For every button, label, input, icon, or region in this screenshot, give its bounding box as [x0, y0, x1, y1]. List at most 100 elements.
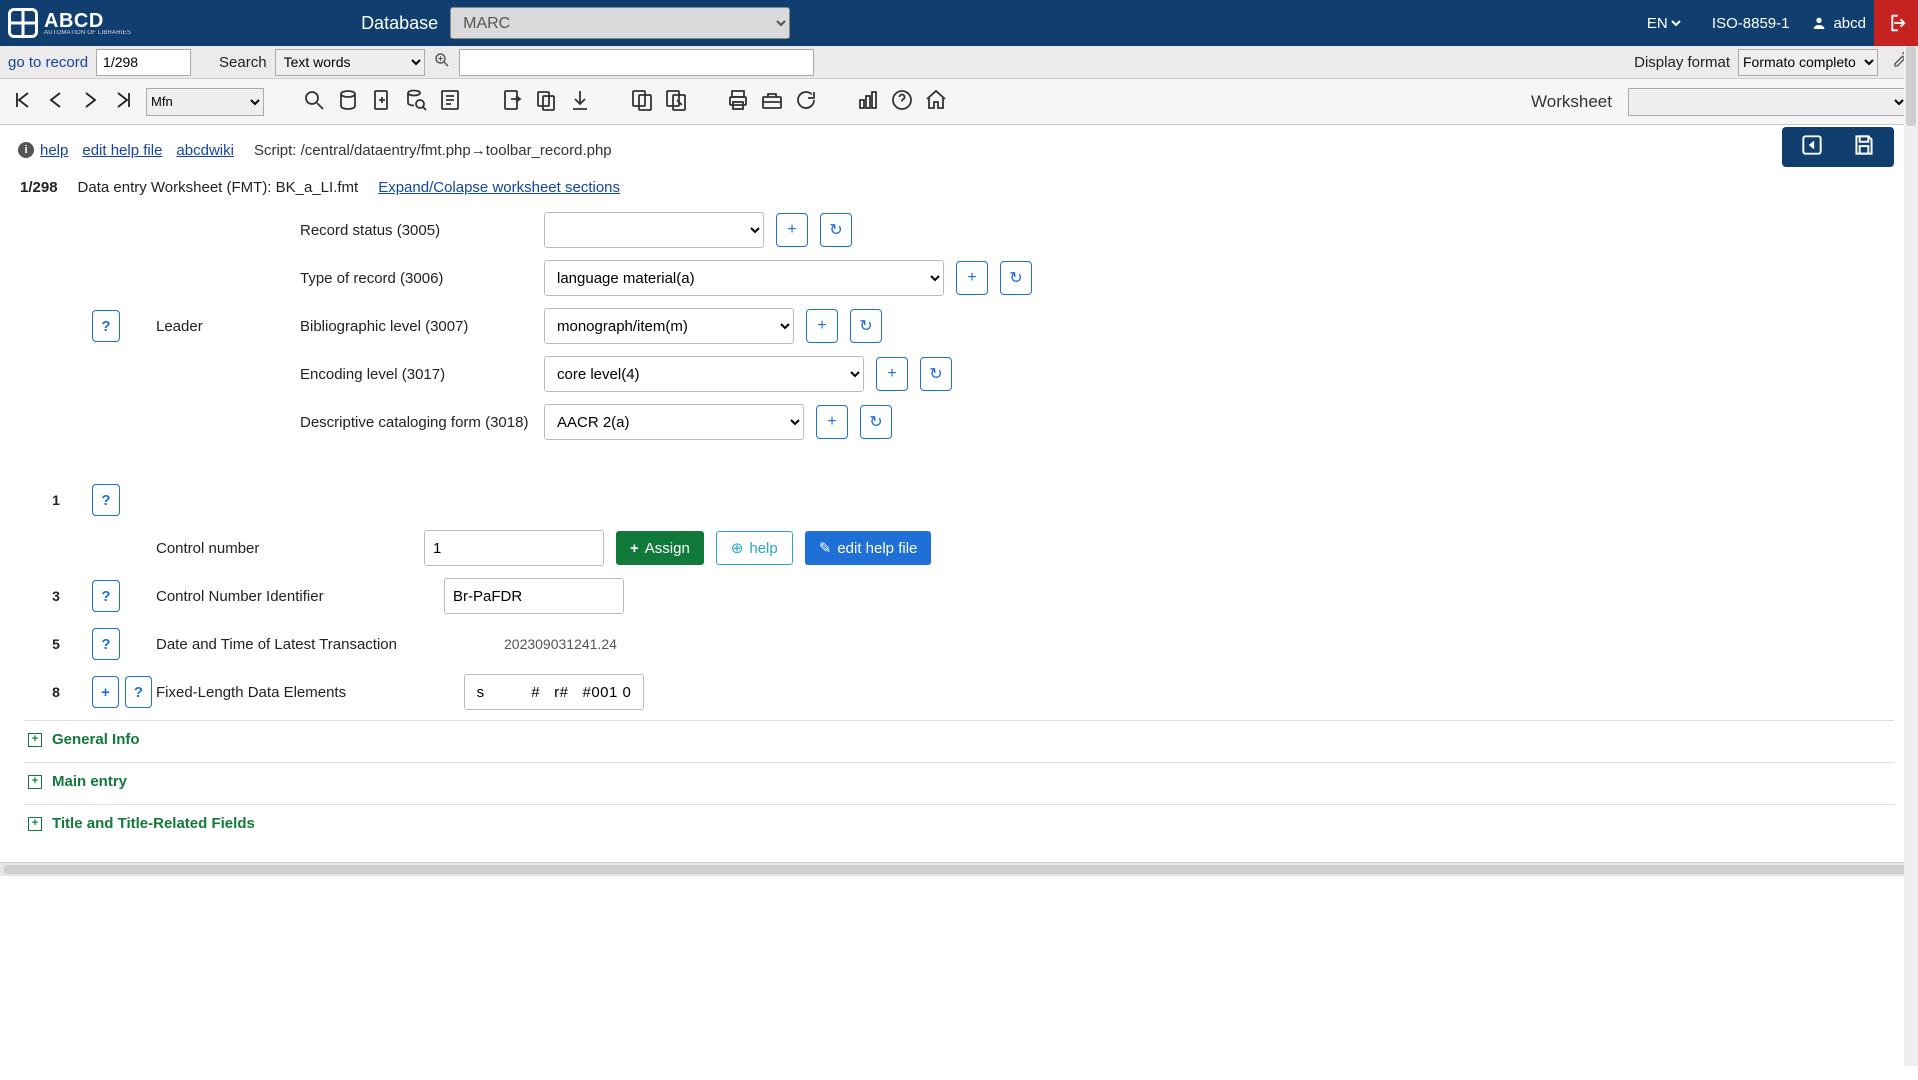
cni-help-button[interactable]: ? — [92, 580, 120, 612]
display-format-label: Display format — [1634, 54, 1730, 71]
brand-logo: ABCD AUTOMATION OF LIBRARIES — [8, 8, 131, 38]
type-of-record-add-button[interactable]: + — [956, 261, 988, 295]
refresh-icon[interactable] — [794, 88, 818, 115]
prev-record-icon[interactable] — [44, 88, 68, 115]
biblio-level-label: Bibliographic level (3007) — [300, 312, 540, 341]
database-select[interactable]: MARC — [450, 7, 790, 39]
nav-group — [10, 88, 136, 115]
biblio-level-select[interactable]: monograph/item(m) — [544, 308, 794, 344]
database-label: Database — [361, 13, 438, 34]
db-icon[interactable] — [336, 88, 360, 115]
biblio-level-add-button[interactable]: + — [806, 309, 838, 343]
toolbox-icon[interactable] — [760, 88, 784, 115]
search-label: Search — [219, 54, 267, 71]
record-status-label: Record status (3005) — [300, 216, 540, 245]
cat-form-select[interactable]: AACR 2(a) — [544, 404, 804, 440]
control-number-help-btn[interactable]: ⊕ help — [716, 531, 793, 565]
control-number-edit-help-btn[interactable]: ✎ edit help file — [805, 531, 932, 565]
last-record-icon[interactable] — [112, 88, 136, 115]
cat-form-label: Descriptive cataloging form (3018) — [300, 408, 540, 437]
new-record-icon[interactable] — [370, 88, 394, 115]
type-of-record-select[interactable]: language material(a) — [544, 260, 944, 296]
next-record-icon[interactable] — [78, 88, 102, 115]
record-header: 1/298 Data entry Worksheet (FMT): BK_a_L… — [0, 175, 1918, 206]
cat-form-refresh-button[interactable]: ↻ — [860, 405, 892, 439]
cni-input[interactable] — [444, 578, 624, 614]
horizontal-scrollbar[interactable] — [0, 862, 1918, 876]
section-title: Title and Title-Related Fields — [52, 815, 255, 832]
edit-help-link[interactable]: edit help file — [82, 142, 162, 159]
form-area: Record status (3005) + ↻ Type of record … — [0, 206, 1918, 862]
tag-5: 5 — [24, 626, 88, 662]
section-main-entry[interactable]: + Main entry — [24, 762, 1894, 800]
logout-icon — [1885, 12, 1907, 34]
abcdwiki-link[interactable]: abcdwiki — [176, 142, 234, 159]
expand-icon: + — [28, 733, 42, 747]
encoding-level-select[interactable]: core level(4) — [544, 356, 864, 392]
encoding-level-add-button[interactable]: + — [876, 357, 908, 391]
language-select[interactable]: EN — [1643, 14, 1684, 33]
top-bar: ABCD AUTOMATION OF LIBRARIES Database MA… — [0, 0, 1918, 46]
username: abcd — [1833, 15, 1866, 32]
help-strip: i help edit help file abcdwiki Script: /… — [0, 125, 1918, 175]
control-number-input[interactable] — [424, 530, 604, 566]
import-icon[interactable] — [500, 88, 524, 115]
control-number-help-button[interactable]: ? — [92, 484, 120, 516]
tag-1: 1 — [24, 482, 88, 518]
fixed-length-add-button[interactable]: + — [92, 676, 119, 708]
toolbar: Mfn Worksheet — [0, 79, 1918, 125]
search-input[interactable] — [459, 49, 814, 76]
search-bar: go to record Search Text words Display f… — [0, 46, 1918, 79]
worksheet-desc: Data entry Worksheet (FMT): BK_a_LI.fmt — [78, 179, 359, 196]
fixed-length-input[interactable] — [464, 674, 644, 710]
brand-tagline: AUTOMATION OF LIBRARIES — [44, 30, 131, 36]
display-format-select[interactable]: Formato completo — [1738, 49, 1878, 76]
record-status-select[interactable] — [544, 212, 764, 248]
save-icon[interactable] — [1851, 132, 1877, 162]
fixed-length-help-button[interactable]: ? — [125, 676, 152, 708]
goto-record-input[interactable] — [96, 49, 191, 76]
expand-icon: + — [28, 817, 42, 831]
worksheet-label: Worksheet — [1531, 92, 1612, 112]
duplicate-icon[interactable] — [630, 88, 654, 115]
user-block[interactable]: abcd — [1811, 15, 1866, 32]
record-view-icon[interactable] — [438, 88, 462, 115]
section-general-info[interactable]: + General Info — [24, 720, 1894, 758]
mfn-select[interactable]: Mfn — [146, 88, 264, 116]
home-icon[interactable] — [924, 88, 948, 115]
leader-help-button[interactable]: ? — [92, 310, 120, 342]
section-title-related[interactable]: + Title and Title-Related Fields — [24, 804, 1894, 842]
script-path: Script: /central/dataentry/fmt.php→toolb… — [254, 142, 612, 159]
worksheet-select[interactable] — [1628, 88, 1908, 116]
record-position: 1/298 — [20, 179, 58, 196]
datetime-help-button[interactable]: ? — [92, 628, 120, 660]
download-icon[interactable] — [568, 88, 592, 115]
edit-copy-icon[interactable] — [664, 88, 688, 115]
copy-icon[interactable] — [534, 88, 558, 115]
save-exit-icon[interactable] — [1799, 132, 1825, 162]
first-record-icon[interactable] — [10, 88, 34, 115]
search-icon[interactable] — [302, 88, 326, 115]
type-of-record-refresh-button[interactable]: ↻ — [1000, 261, 1032, 295]
help-link[interactable]: help — [40, 142, 68, 159]
goto-record-link[interactable]: go to record — [8, 54, 88, 71]
encoding-level-refresh-button[interactable]: ↻ — [920, 357, 952, 391]
help-icon[interactable] — [890, 88, 914, 115]
search-type-select[interactable]: Text words — [275, 49, 425, 76]
section-title: General Info — [52, 731, 140, 748]
record-status-add-button[interactable]: + — [776, 213, 808, 247]
user-icon — [1811, 15, 1827, 31]
expand-collapse-link[interactable]: Expand/Colapse worksheet sections — [378, 179, 620, 196]
logout-button[interactable] — [1874, 0, 1918, 46]
db-search-icon[interactable] — [404, 88, 428, 115]
assign-button[interactable]: +Assign — [616, 531, 704, 565]
logo-icon — [8, 8, 38, 38]
record-status-refresh-button[interactable]: ↻ — [820, 213, 852, 247]
biblio-level-refresh-button[interactable]: ↻ — [850, 309, 882, 343]
stats-icon[interactable] — [856, 88, 880, 115]
print-icon[interactable] — [726, 88, 750, 115]
vertical-scrollbar[interactable] — [1904, 46, 1918, 1066]
expand-icon: + — [28, 775, 42, 789]
cat-form-add-button[interactable]: + — [816, 405, 848, 439]
search-zoom-icon[interactable] — [433, 51, 451, 73]
